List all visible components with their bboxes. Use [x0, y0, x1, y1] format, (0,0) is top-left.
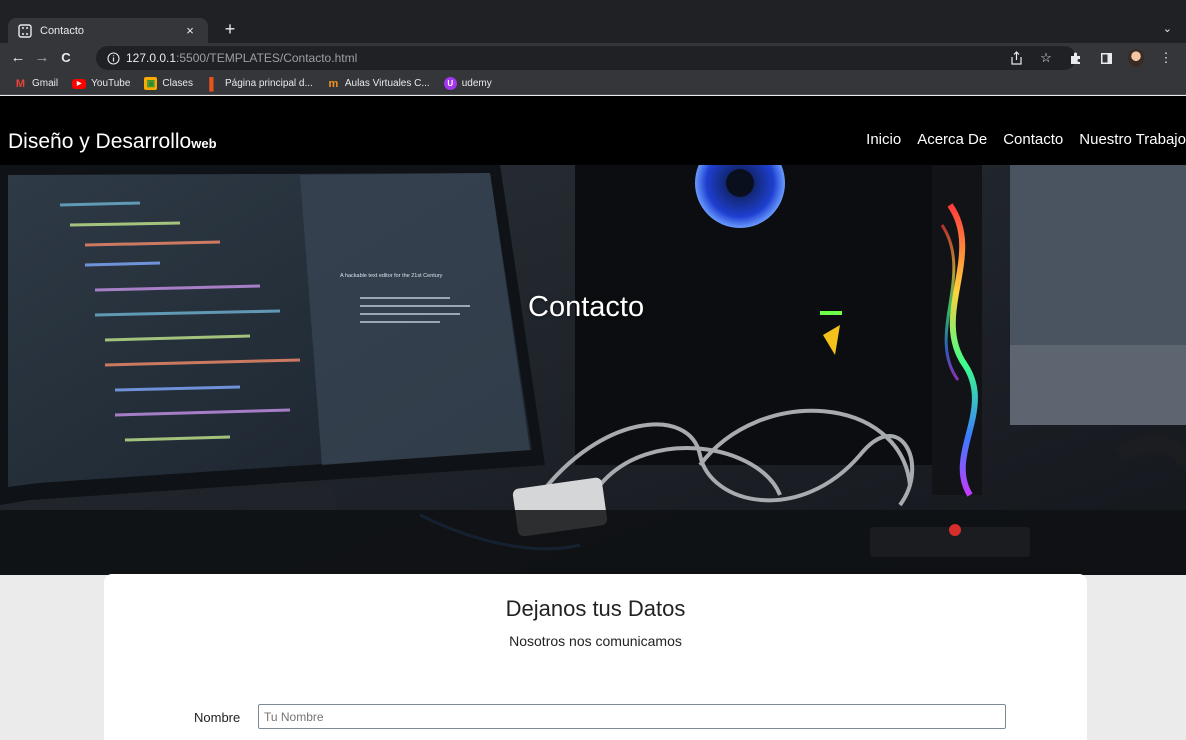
extensions-icon[interactable]	[1068, 50, 1084, 66]
site-header: Diseño y Desarrolloweb Inicio Acerca De …	[0, 96, 1186, 165]
bracket-page-icon	[18, 23, 32, 38]
bookmark-label: Gmail	[32, 78, 59, 89]
address-bar[interactable]: 127.0.0.1:5500/TEMPLATES/Contacto.html	[96, 46, 1076, 70]
url-path: :5500/TEMPLATES/Contacto.html	[176, 51, 358, 65]
site-info-icon[interactable]	[106, 51, 120, 65]
bookmark-label: Clases	[162, 78, 193, 89]
nav-link-nuestro-trabajo[interactable]: Nuestro Trabajo	[1079, 131, 1186, 148]
classroom-icon: ▣	[144, 77, 158, 90]
url-host: 127.0.0.1	[126, 51, 177, 65]
tab-search-icon[interactable]: ⌄	[1163, 22, 1172, 35]
sidepanel-icon[interactable]	[1098, 50, 1114, 66]
form-title: Dejanos tus Datos	[505, 596, 686, 621]
youtube-icon: ▶	[72, 78, 87, 89]
office-icon: ▌	[209, 76, 218, 91]
gmail-icon: M	[15, 77, 26, 90]
name-label: Nombre	[194, 710, 241, 725]
new-tab-button[interactable]: +	[220, 18, 240, 40]
back-arrow-icon[interactable]: ←	[8, 48, 28, 68]
bookmark-label: YouTube	[91, 78, 131, 89]
close-tab-icon[interactable]: ×	[182, 23, 198, 38]
hero-banner: A hackable text editor for the 21st Cent…	[0, 165, 1186, 575]
bookmarks-bar: M Gmail ▶ YouTube ▣ Clases ▌ Página prin…	[0, 73, 1186, 95]
moodle-icon: m	[328, 77, 339, 90]
star-icon[interactable]: ☆	[1038, 50, 1054, 66]
hero-title: Contacto	[528, 291, 645, 323]
brand-text: Diseño y Desarrollo	[8, 130, 192, 153]
bookmark-label: udemy	[461, 78, 492, 89]
bookmark-label: Aulas Virtuales C...	[344, 78, 430, 89]
bookmark-office[interactable]: ▌ Página principal d...	[207, 76, 313, 91]
hero-photo: A hackable text editor for the 21st Cent…	[0, 165, 1186, 575]
share-icon[interactable]	[1008, 50, 1024, 66]
contact-form-card: Dejanos tus Datos Nosotros nos comunicam…	[104, 574, 1087, 740]
site-brand[interactable]: Diseño y Desarrolloweb	[8, 130, 217, 154]
tab-contacto[interactable]: Contacto ×	[8, 18, 208, 43]
bookmark-clases[interactable]: ▣ Clases	[144, 77, 193, 90]
nav-link-inicio[interactable]: Inicio	[866, 131, 901, 148]
bookmark-udemy[interactable]: U udemy	[443, 77, 492, 90]
url-text: 127.0.0.1:5500/TEMPLATES/Contacto.html	[126, 51, 357, 65]
tab-strip: Contacto × + ⌄	[0, 8, 1186, 43]
browser-toolbar: ← → C 127.0.0.1:5500/TEMPLATES/Contacto.…	[0, 43, 1186, 73]
bookmark-aulas[interactable]: m Aulas Virtuales C...	[327, 77, 430, 90]
brand-suffix: web	[191, 136, 217, 151]
menu-icon[interactable]: ⋮	[1158, 50, 1174, 66]
tab-title: Contacto	[40, 24, 85, 37]
profile-avatar[interactable]	[1128, 49, 1144, 67]
reload-icon[interactable]: C	[56, 48, 76, 68]
form-subtitle: Nosotros nos comunicamos	[509, 633, 682, 649]
tabstrip-top	[0, 0, 1186, 8]
bookmark-label: Página principal d...	[225, 78, 313, 89]
nav-link-contacto[interactable]: Contacto	[1003, 131, 1063, 148]
name-input[interactable]	[258, 704, 1006, 729]
forward-arrow-icon[interactable]: →	[32, 48, 52, 68]
site-nav: Inicio Acerca De Contacto Nuestro Trabaj…	[866, 131, 1186, 148]
nav-link-acerca-de[interactable]: Acerca De	[917, 131, 987, 148]
web-page: Diseño y Desarrolloweb Inicio Acerca De …	[0, 96, 1186, 740]
bookmark-gmail[interactable]: M Gmail	[14, 77, 58, 90]
toolbar-icons: ☆ ⋮	[1008, 46, 1174, 70]
bookmark-youtube[interactable]: ▶ YouTube	[72, 78, 130, 89]
udemy-icon: U	[443, 77, 457, 90]
monitor-heading: A hackable text editor for the 21st Cent…	[340, 273, 443, 279]
